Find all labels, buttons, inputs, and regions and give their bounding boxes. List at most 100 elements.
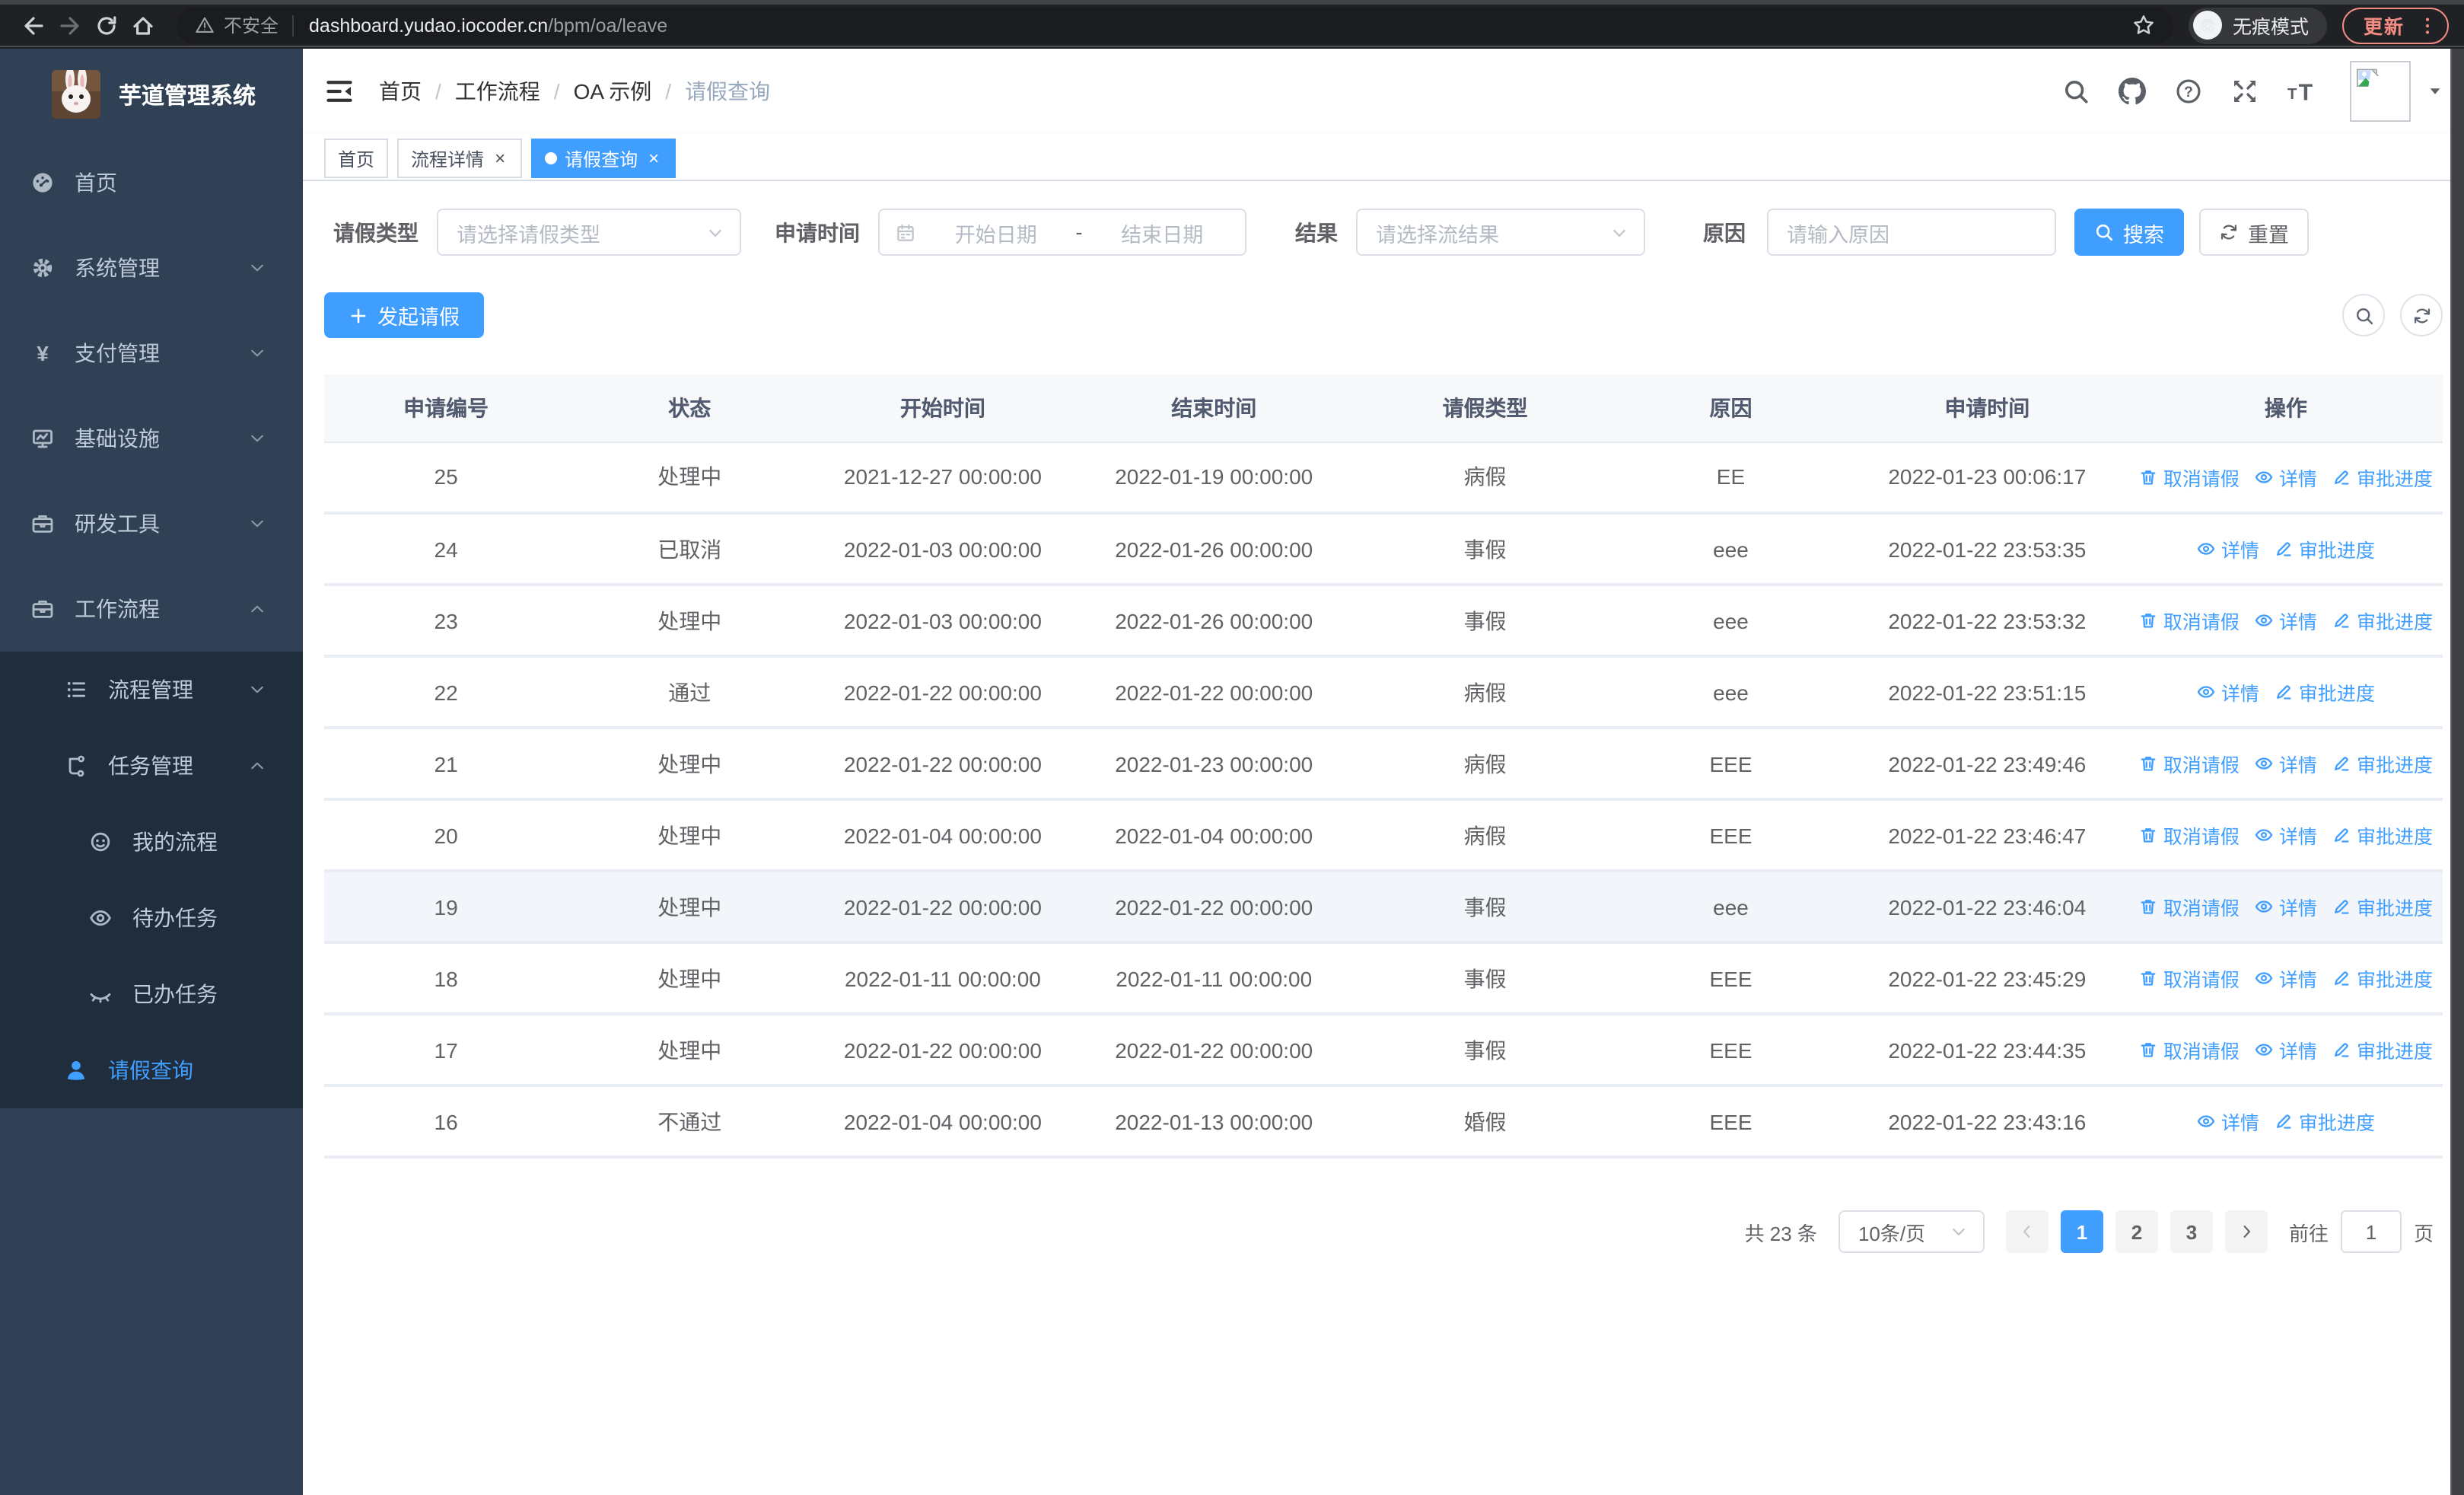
fullscreen-icon[interactable] [2231, 78, 2259, 105]
next-page-button[interactable] [2224, 1210, 2268, 1253]
github-icon[interactable] [2119, 78, 2146, 105]
sidebar-item-已办任务[interactable]: 已办任务 [0, 956, 303, 1032]
breadcrumb-item[interactable]: 首页 [379, 76, 422, 107]
header-search-icon[interactable] [2062, 78, 2090, 105]
progress-link[interactable]: 审批进度 [2275, 1107, 2375, 1136]
search-button[interactable]: 搜索 [2074, 209, 2184, 256]
breadcrumb-item[interactable]: 工作流程 [455, 76, 540, 107]
cancel-link[interactable]: 取消请假 [2139, 1035, 2240, 1064]
apply-time-range-picker[interactable]: 开始日期 - 结束日期 [878, 209, 1246, 256]
progress-link[interactable]: 审批进度 [2332, 892, 2433, 921]
cell-id: 22 [324, 656, 568, 729]
active-tab-dot [545, 152, 558, 164]
security-label: 不安全 [224, 15, 279, 37]
progress-link[interactable]: 审批进度 [2275, 534, 2375, 563]
breadcrumb-separator: / [553, 79, 560, 104]
sidebar-item-请假查询[interactable]: 请假查询 [0, 1032, 303, 1108]
leave-type-select[interactable]: 请选择请假类型 [437, 209, 741, 256]
edit-icon [2332, 1040, 2352, 1060]
detail-link[interactable]: 详情 [2255, 892, 2317, 921]
tab-请假查询[interactable]: 请假查询 × [531, 139, 676, 178]
result-label: 结果 [1295, 220, 1338, 244]
detail-link[interactable]: 详情 [2255, 749, 2317, 778]
result-select[interactable]: 请选择流结果 [1356, 209, 1645, 256]
sidebar-item-流程管理[interactable]: 流程管理 [0, 652, 303, 728]
progress-link[interactable]: 审批进度 [2332, 606, 2433, 635]
cancel-link[interactable]: 取消请假 [2139, 606, 2240, 635]
cancel-link[interactable]: 取消请假 [2139, 749, 2240, 778]
cancel-link[interactable]: 取消请假 [2139, 964, 2240, 993]
cancel-link[interactable]: 取消请假 [2139, 821, 2240, 850]
progress-link[interactable]: 审批进度 [2332, 964, 2433, 993]
close-tab-icon[interactable]: × [645, 148, 662, 169]
cell-actions: 取消请假 详情 审批进度 [2128, 871, 2443, 944]
column-header: 状态 [568, 375, 812, 442]
progress-link[interactable]: 审批进度 [2275, 677, 2375, 706]
cell-end: 2022-01-04 00:00:00 [1074, 799, 1354, 872]
sidebar-item-首页[interactable]: 首页 [0, 140, 303, 225]
progress-link[interactable]: 审批进度 [2332, 463, 2433, 492]
tab-首页[interactable]: 首页 [324, 139, 389, 178]
cell-end: 2022-01-22 00:00:00 [1074, 871, 1354, 944]
help-icon[interactable]: ? [2175, 78, 2202, 105]
sidebar-item-基础设施[interactable]: 基础设施 [0, 396, 303, 481]
browser-menu-icon[interactable] [2417, 14, 2438, 36]
refresh-table-button[interactable] [2400, 294, 2443, 336]
sidebar-item-我的流程[interactable]: 我的流程 [0, 804, 303, 880]
bookmark-star-icon[interactable] [2132, 14, 2155, 37]
cancel-link[interactable]: 取消请假 [2139, 892, 2240, 921]
goto-page-input[interactable]: 1 [2340, 1210, 2402, 1253]
toggle-search-button[interactable] [2342, 294, 2385, 336]
detail-link[interactable]: 详情 [2255, 821, 2317, 850]
cell-id: 16 [324, 1085, 568, 1159]
sidebar-item-系统管理[interactable]: 系统管理 [0, 225, 303, 311]
page-buttons: 123 [2005, 1210, 2268, 1253]
cell-status: 处理中 [568, 799, 812, 872]
browser-back-icon[interactable] [15, 7, 52, 43]
sidebar-item-研发工具[interactable]: 研发工具 [0, 481, 303, 566]
browser-address-bar[interactable]: 不安全 dashboard.yudao.iocoder.cn/bpm/oa/le… [177, 7, 2173, 43]
sidebar-item-工作流程[interactable]: 工作流程 [0, 566, 303, 652]
detail-link[interactable]: 详情 [2197, 677, 2259, 706]
reset-button[interactable]: 重置 [2199, 209, 2309, 256]
sidebar-item-任务管理[interactable]: 任务管理 [0, 728, 303, 804]
progress-link[interactable]: 审批进度 [2332, 749, 2433, 778]
detail-link[interactable]: 详情 [2255, 606, 2317, 635]
detail-link[interactable]: 详情 [2197, 534, 2259, 563]
browser-reload-icon[interactable] [88, 7, 125, 43]
sidebar-item-支付管理[interactable]: ¥ 支付管理 [0, 311, 303, 396]
sidebar-item-待办任务[interactable]: 待办任务 [0, 880, 303, 956]
app-logo-row[interactable]: 芋道管理系统 [0, 49, 303, 140]
reason-input[interactable]: 请输入原因 [1767, 209, 2056, 256]
cell-end: 2022-01-23 00:00:00 [1074, 728, 1354, 801]
breadcrumb-item[interactable]: OA 示例 [574, 76, 652, 107]
page-button-2[interactable]: 2 [2115, 1210, 2158, 1253]
progress-link[interactable]: 审批进度 [2332, 1035, 2433, 1064]
font-size-icon[interactable]: TT [2287, 78, 2315, 105]
detail-link[interactable]: 详情 [2255, 463, 2317, 492]
page-size-select[interactable]: 10条/页 [1838, 1210, 1985, 1253]
browser-forward-icon[interactable] [52, 7, 88, 43]
tab-流程详情[interactable]: 流程详情 × [397, 139, 523, 178]
detail-link[interactable]: 详情 [2255, 964, 2317, 993]
cell-status: 处理中 [568, 728, 812, 801]
cell-end: 2022-01-22 00:00:00 [1074, 1014, 1354, 1087]
progress-link[interactable]: 审批进度 [2332, 821, 2433, 850]
detail-link[interactable]: 详情 [2255, 1035, 2317, 1064]
browser-home-icon[interactable] [125, 7, 161, 43]
detail-link[interactable]: 详情 [2197, 1107, 2259, 1136]
table-row: 23 处理中 2022-01-03 00:00:00 2022-01-26 00:00… [324, 585, 2443, 658]
browser-update-button[interactable]: 更新 [2341, 7, 2449, 43]
page-button-1[interactable]: 1 [2060, 1210, 2103, 1253]
prev-page-button[interactable] [2005, 1210, 2049, 1253]
cancel-link[interactable]: 取消请假 [2139, 463, 2240, 492]
column-header: 结束时间 [1074, 375, 1354, 442]
create-leave-button[interactable]: 发起请假 [324, 292, 484, 338]
page-scrollbar[interactable] [2450, 49, 2464, 1495]
table-row: 22 通过 2022-01-22 00:00:00 2022-01-22 00:00:… [324, 656, 2443, 729]
sidebar-fold-icon[interactable] [324, 76, 355, 107]
page-button-3[interactable]: 3 [2170, 1210, 2213, 1253]
avatar[interactable] [2350, 61, 2411, 122]
close-tab-icon[interactable]: × [492, 148, 508, 169]
avatar-caret-icon[interactable] [2427, 84, 2443, 99]
